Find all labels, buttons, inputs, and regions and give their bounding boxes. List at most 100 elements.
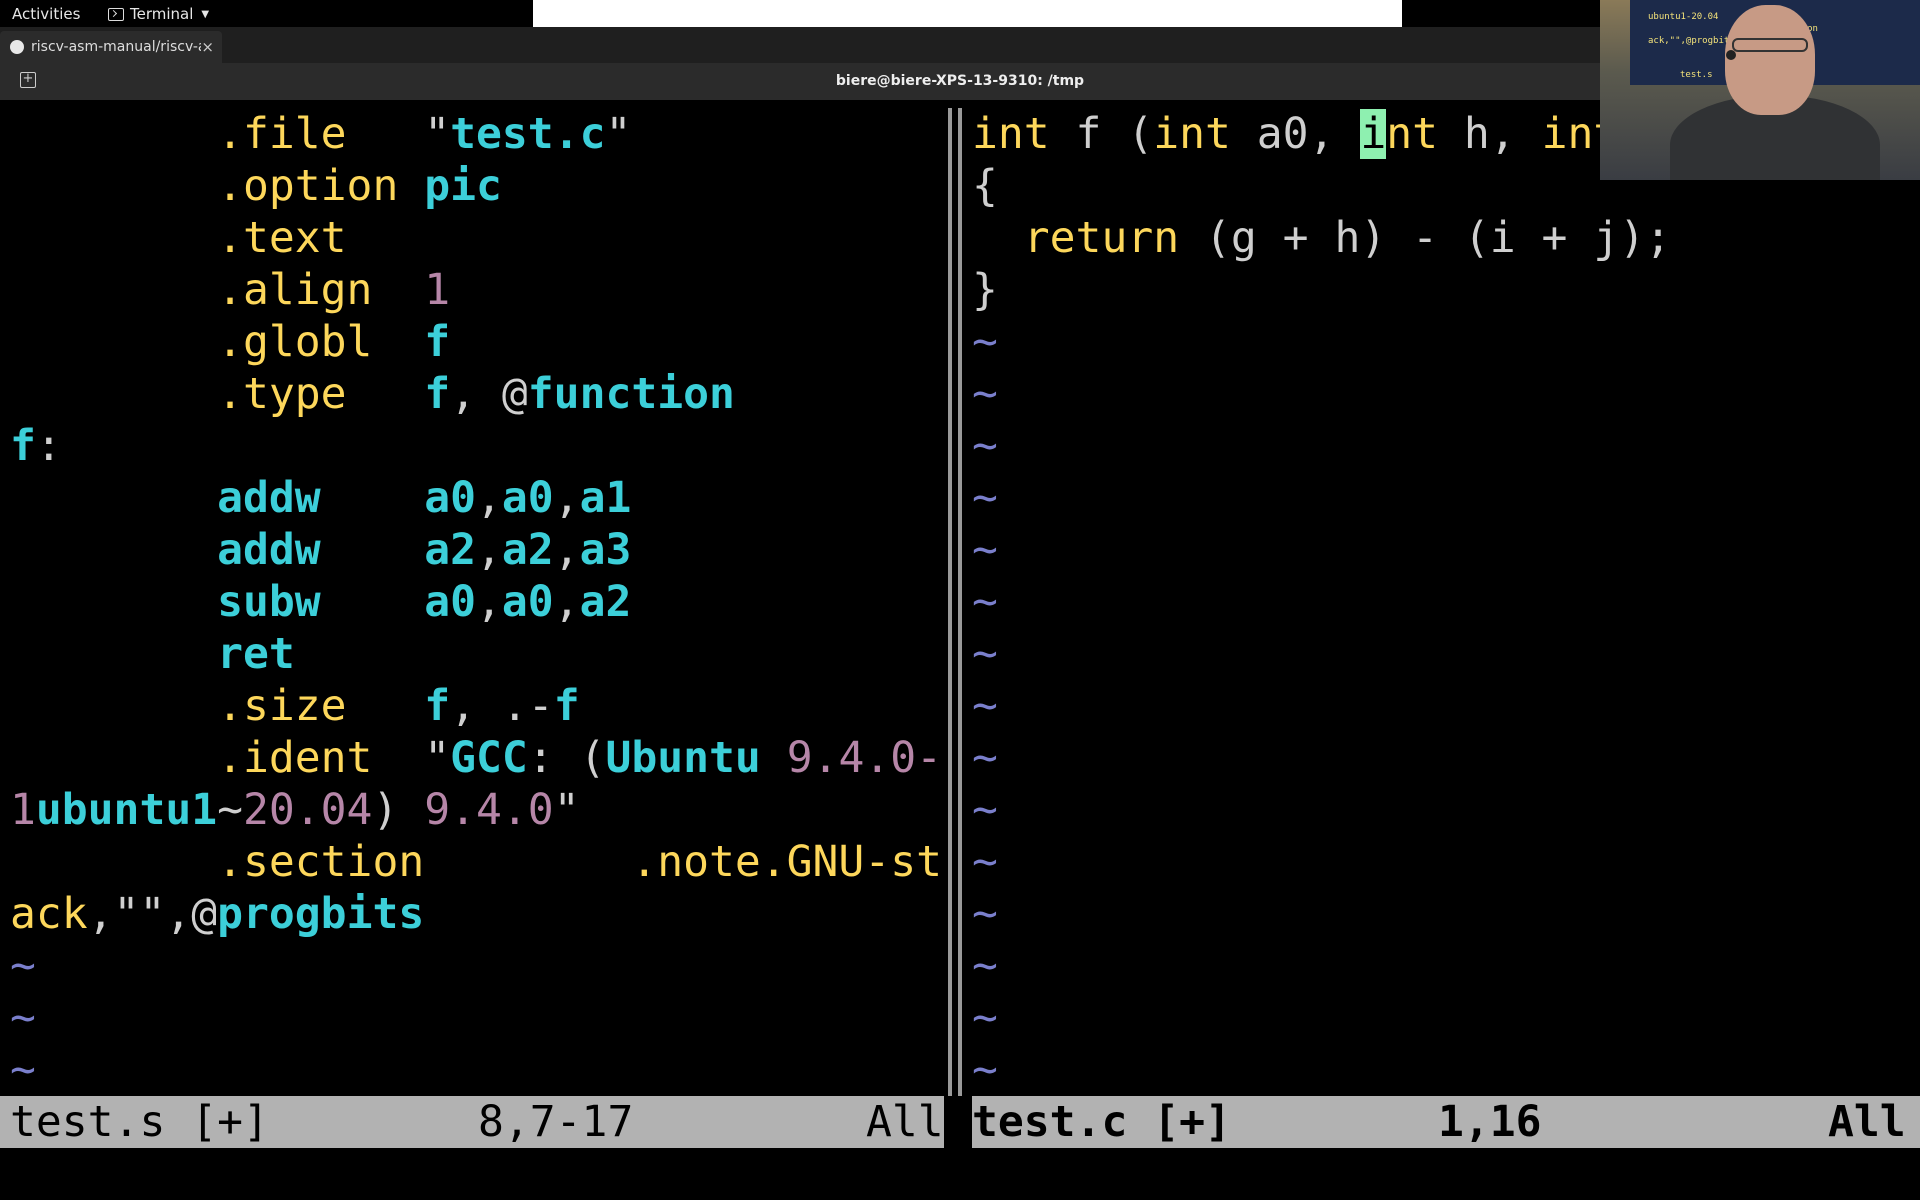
code-line: ~ bbox=[972, 1044, 1920, 1096]
code-line: .text bbox=[10, 212, 944, 264]
code-token: ~ bbox=[972, 889, 998, 939]
code-token: ~ bbox=[10, 993, 36, 1043]
activities-button[interactable]: Activities bbox=[12, 5, 80, 23]
code-token: a0 bbox=[501, 577, 554, 627]
code-token: f bbox=[424, 681, 451, 731]
microphone-icon bbox=[1726, 50, 1736, 60]
code-line: ret bbox=[10, 628, 944, 680]
status-filename: test.s [+] bbox=[10, 1097, 269, 1147]
code-token: ~ bbox=[972, 317, 998, 367]
presenter-head bbox=[1725, 5, 1815, 115]
code-token: .globl bbox=[217, 317, 373, 367]
code-token: ubuntu1 bbox=[35, 785, 218, 835]
code-line: .type f, @function bbox=[10, 368, 944, 420]
code-token: GCC bbox=[450, 733, 528, 783]
code-token: a2 bbox=[501, 525, 554, 575]
code-line: .globl f bbox=[10, 316, 944, 368]
vim-pane-test-c[interactable]: int f (int a0, int h, int{ return (g + h… bbox=[972, 108, 1920, 1096]
code-token: a1 bbox=[579, 473, 632, 523]
code-token: a2 bbox=[424, 525, 477, 575]
app-menu-label: Terminal bbox=[130, 5, 194, 23]
webcam-overlay: ubuntu1-20.04 section ack,"",@progbits t… bbox=[1600, 0, 1920, 180]
code-token: " bbox=[424, 733, 451, 783]
close-icon[interactable]: × bbox=[201, 38, 214, 56]
code-line: ~ bbox=[10, 1044, 944, 1096]
code-token: .text bbox=[217, 213, 347, 263]
status-scroll: All bbox=[866, 1097, 944, 1147]
code-token: ack bbox=[10, 889, 88, 939]
caret-down-icon: ▼ bbox=[201, 8, 210, 20]
status-line-test-s: test.s [+] 8,7-17 All bbox=[0, 1096, 944, 1148]
code-token: 1 bbox=[424, 265, 451, 315]
app-menu[interactable]: Terminal ▼ bbox=[108, 5, 209, 23]
code-line: ~ bbox=[972, 524, 1920, 576]
code-line: return (g + h) - (i + j); bbox=[972, 212, 1920, 264]
code-token: , bbox=[476, 473, 502, 523]
code-line: ~ bbox=[972, 316, 1920, 368]
code-line: .option pic bbox=[10, 160, 944, 212]
cursor: i bbox=[1360, 109, 1387, 159]
code-token: " bbox=[605, 109, 632, 159]
code-line: ~ bbox=[972, 732, 1920, 784]
vertical-split-divider[interactable] bbox=[944, 108, 972, 1096]
code-line: ~ bbox=[972, 628, 1920, 680]
code-line: .ident "GCC: (Ubuntu 9.4.0- bbox=[10, 732, 944, 784]
code-line: ~ bbox=[972, 368, 1920, 420]
code-token: a0 bbox=[424, 473, 477, 523]
code-token: ~ bbox=[972, 473, 998, 523]
code-line: ~ bbox=[972, 992, 1920, 1044]
vim-pane-test-s[interactable]: .file "test.c" .option pic .text .align … bbox=[10, 108, 944, 1096]
webcam-text-line: ack,"",@progbits bbox=[1648, 36, 1735, 46]
code-token: function bbox=[527, 369, 735, 419]
code-token: " bbox=[424, 109, 451, 159]
code-line: 1ubuntu1~20.04) 9.4.0" bbox=[10, 784, 944, 836]
code-token: ~ bbox=[972, 629, 998, 679]
code-token: ret bbox=[217, 629, 295, 679]
status-cursor-position: 1,16 bbox=[1438, 1097, 1542, 1147]
code-token: } bbox=[972, 265, 998, 315]
code-token: f bbox=[424, 369, 451, 419]
code-line: addw a0,a0,a1 bbox=[10, 472, 944, 524]
code-token: ~ bbox=[217, 785, 243, 835]
code-token: { bbox=[972, 161, 998, 211]
code-token: addw bbox=[217, 525, 321, 575]
code-token: f bbox=[553, 681, 580, 731]
code-line: ~ bbox=[972, 680, 1920, 732]
code-line: addw a2,a2,a3 bbox=[10, 524, 944, 576]
code-token: , bbox=[476, 577, 502, 627]
tab-riscv-asm-manual[interactable]: riscv-asm-manual/riscv-asm.md × bbox=[0, 31, 222, 63]
code-token: ,"", bbox=[87, 889, 192, 939]
terminal-icon bbox=[108, 7, 124, 21]
code-token: return bbox=[1023, 213, 1180, 263]
code-line: ~ bbox=[972, 888, 1920, 940]
code-line: ~ bbox=[972, 784, 1920, 836]
code-token: 20.04 bbox=[243, 785, 373, 835]
code-token: pic bbox=[424, 161, 502, 211]
code-token: f bbox=[10, 421, 36, 471]
code-token: ~ bbox=[972, 733, 998, 783]
code-token: , bbox=[450, 369, 502, 419]
code-line: ~ bbox=[972, 472, 1920, 524]
code-token: ~ bbox=[972, 1045, 998, 1095]
code-token: a3 bbox=[579, 525, 632, 575]
glasses-icon bbox=[1732, 38, 1808, 52]
code-token: .file bbox=[217, 109, 347, 159]
code-line: ~ bbox=[972, 420, 1920, 472]
code-token: (g + h) - (i + j); bbox=[1179, 213, 1672, 263]
code-token: 1 bbox=[10, 785, 36, 835]
code-token: ~ bbox=[972, 681, 998, 731]
code-token: f bbox=[424, 317, 451, 367]
code-token: , bbox=[476, 525, 502, 575]
